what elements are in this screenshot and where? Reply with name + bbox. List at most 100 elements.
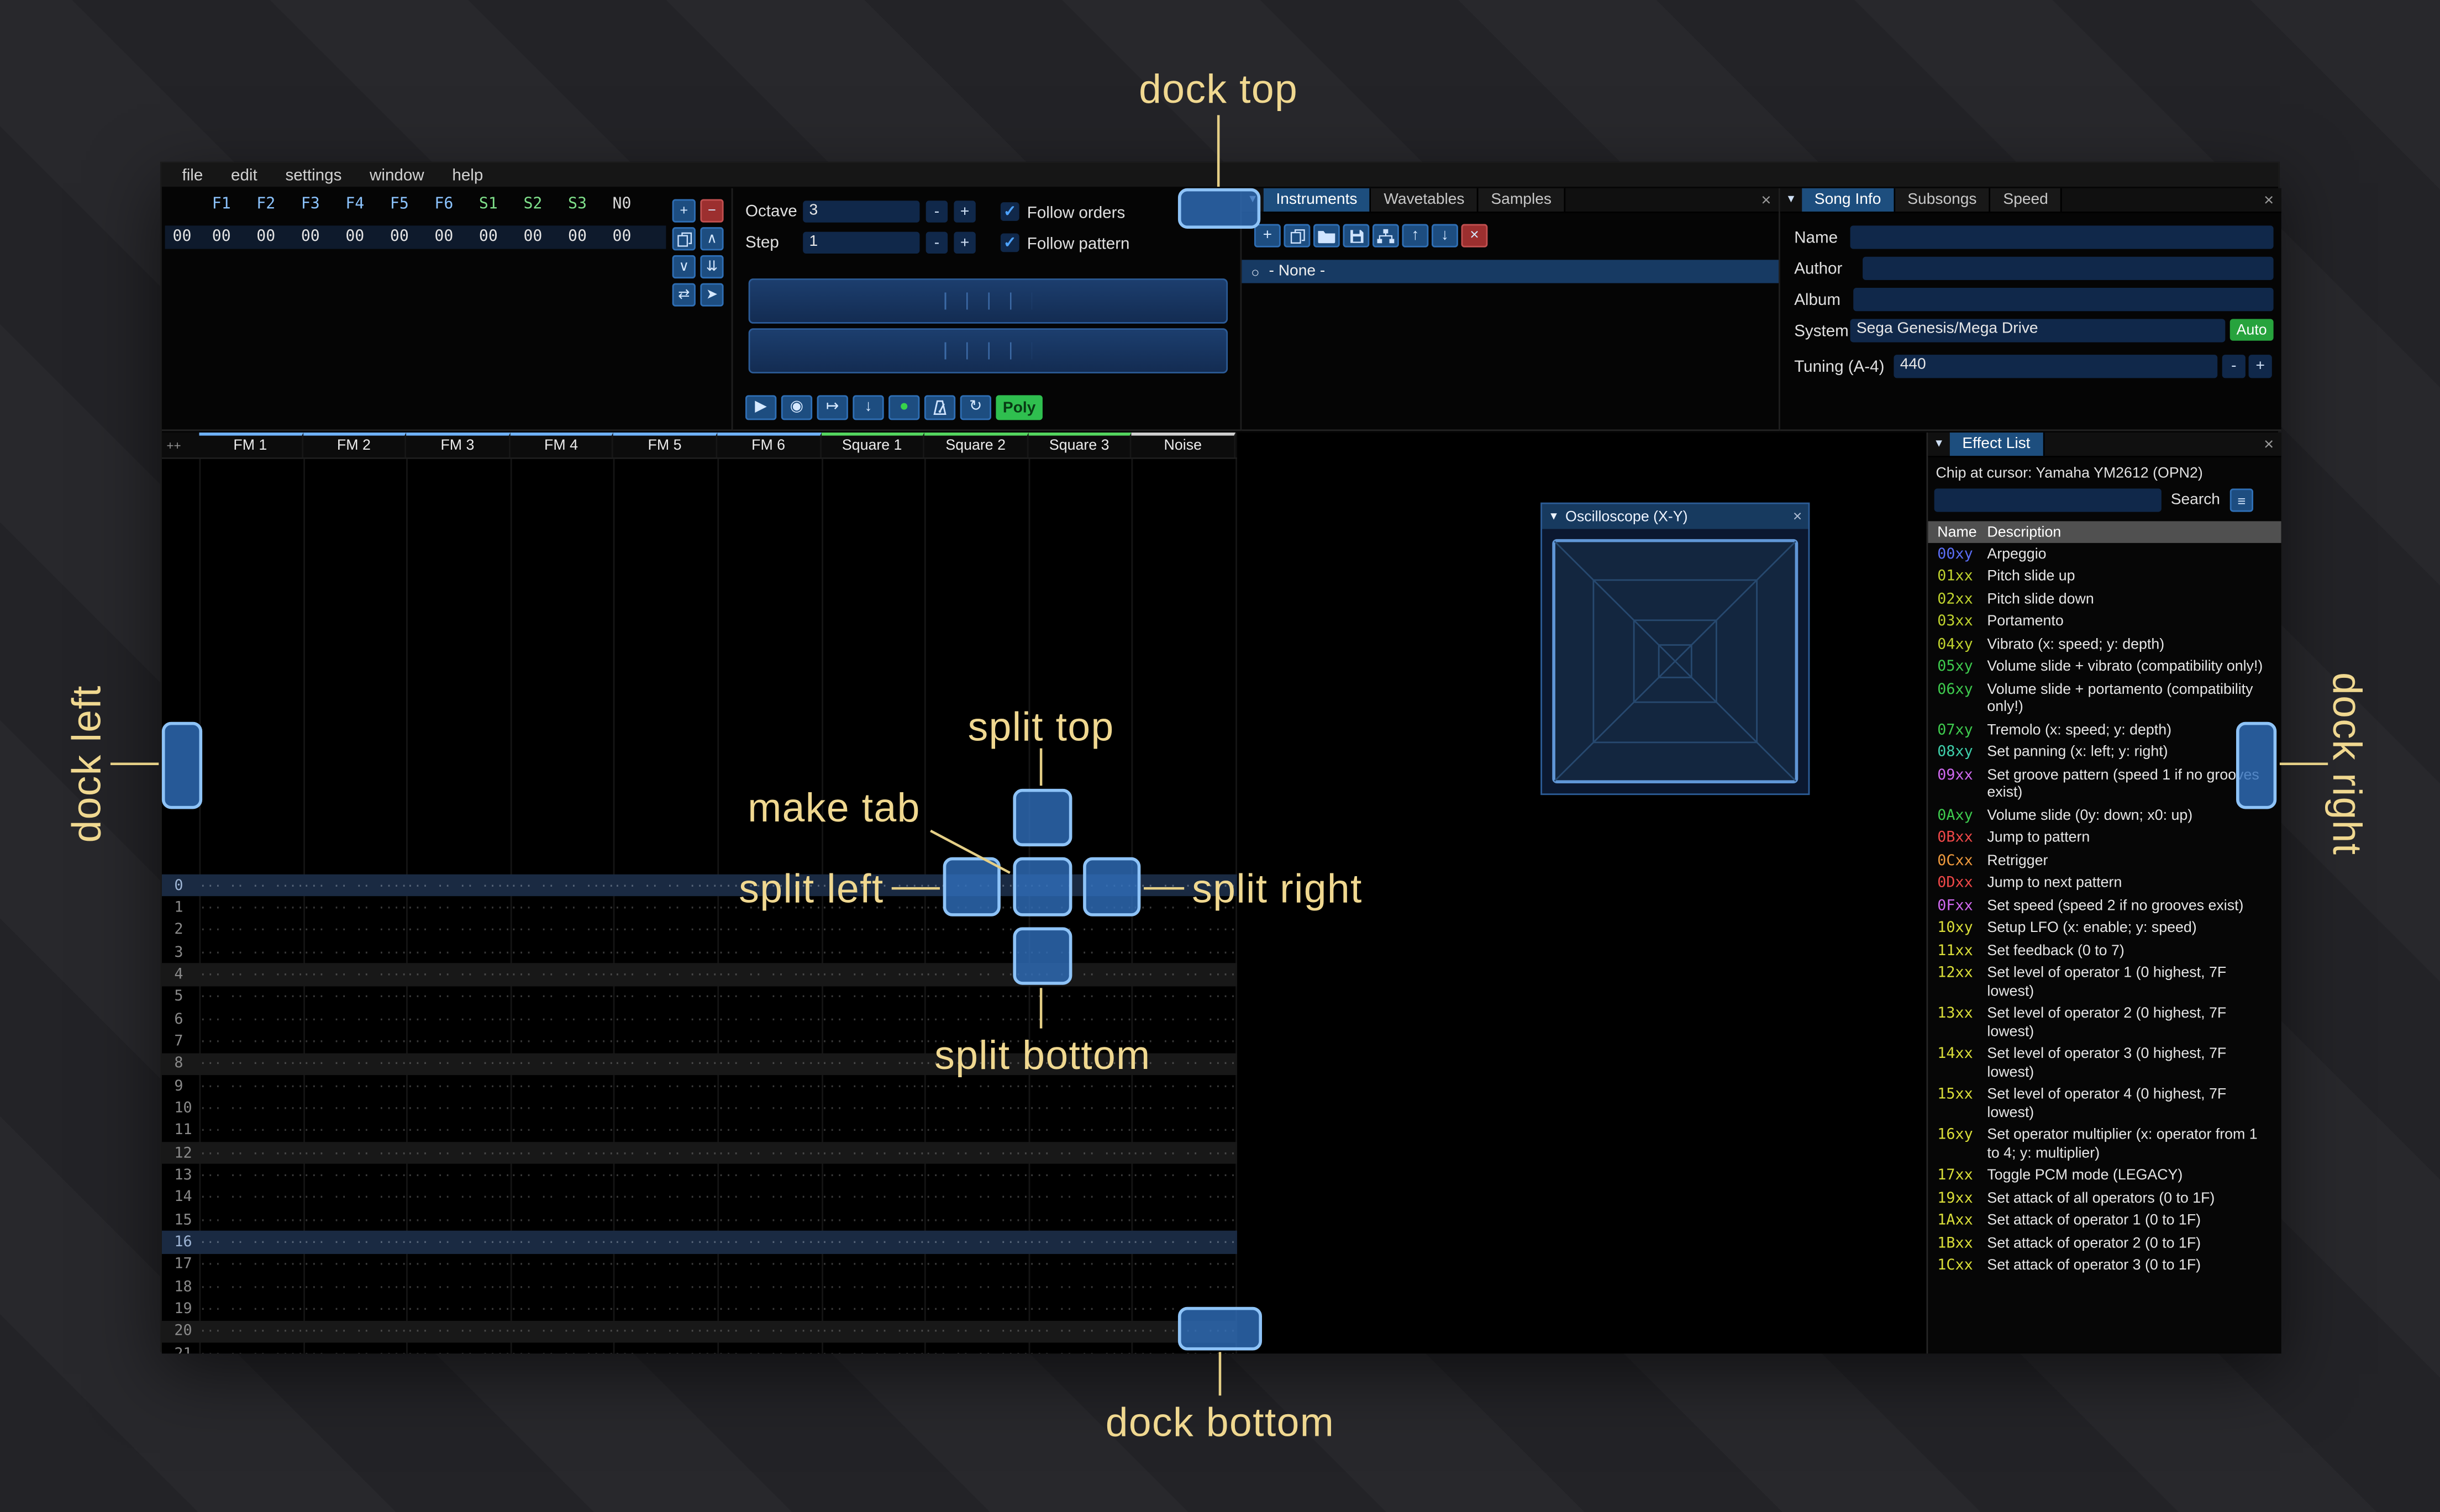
pattern-cell[interactable]: ··· ·· ·· ···· <box>717 1035 821 1049</box>
repeat-pattern-button[interactable]: ↻ <box>960 395 991 420</box>
pattern-cell[interactable]: ··· ·· ·· ···· <box>303 1324 407 1338</box>
pattern-cell[interactable]: ··· ·· ·· ···· <box>717 968 821 982</box>
pattern-cell[interactable]: ··· ·· ·· ···· <box>1028 1168 1132 1182</box>
pattern-cell[interactable]: ··· ·· ·· ···· <box>510 1079 614 1093</box>
step-increase-button[interactable]: + <box>954 231 976 254</box>
pattern-cell[interactable]: ··· ·· ·· ···· <box>1132 1146 1235 1160</box>
pattern-cell[interactable]: ··· ·· ·· ···· <box>199 1302 303 1316</box>
dock-right-target[interactable] <box>2236 721 2277 809</box>
pattern-cell[interactable]: ··· ·· ·· ···· <box>407 1146 511 1160</box>
pattern-cell[interactable]: ··· ·· ·· ···· <box>407 1347 511 1354</box>
order-remove-button[interactable]: − <box>700 199 724 223</box>
pattern-cell[interactable]: ··· ·· ·· ···· <box>924 1257 1028 1271</box>
channel-header-square-1[interactable]: Square 1 <box>821 432 925 457</box>
pattern-cell[interactable]: ··· ·· ·· ···· <box>407 1280 511 1294</box>
pattern-cell[interactable]: ··· ·· ·· ···· <box>717 1302 821 1316</box>
order-value[interactable]: 00 <box>288 229 333 246</box>
pattern-cell[interactable]: ··· ·· ·· ···· <box>199 945 303 959</box>
pattern-cell[interactable]: ··· ·· ·· ···· <box>510 1102 614 1115</box>
pattern-cell[interactable]: ··· ·· ·· ···· <box>407 1190 511 1204</box>
instrument-move-up-button[interactable]: ↑ <box>1402 224 1429 247</box>
order-move-up-button[interactable]: ∧ <box>700 227 724 251</box>
pattern-cell[interactable]: ··· ·· ·· ···· <box>717 1280 821 1294</box>
tuning-decrease-button[interactable]: - <box>2222 355 2246 378</box>
effect-row[interactable]: 01xx Pitch slide up <box>1928 566 2281 588</box>
effect-list-close-button[interactable]: × <box>2257 433 2281 456</box>
pattern-cell[interactable]: ··· ·· ·· ···· <box>717 1190 821 1204</box>
order-value[interactable]: 00 <box>199 229 244 246</box>
order-value[interactable]: 00 <box>377 229 422 246</box>
pattern-cell[interactable]: ··· ·· ·· ···· <box>1028 1257 1132 1271</box>
effect-row[interactable]: 1Axx Set attack of operator 1 (0 to 1F) <box>1928 1210 2281 1232</box>
step-decrease-button[interactable]: - <box>925 231 948 254</box>
order-deep-clone-button[interactable]: ⇊ <box>700 255 724 279</box>
pattern-cell[interactable]: ··· ·· ·· ···· <box>614 1146 718 1160</box>
pattern-cell[interactable]: ··· ·· ·· ···· <box>924 1213 1028 1227</box>
channel-header-fm-1[interactable]: FM 1 <box>199 432 303 457</box>
pattern-cell[interactable]: ··· ·· ·· ···· <box>510 1257 614 1271</box>
pattern-cell[interactable]: ··· ·· ·· ···· <box>1028 990 1132 1004</box>
tab-samples[interactable]: Samples <box>1478 188 1566 212</box>
pattern-cell[interactable]: ··· ·· ·· ···· <box>614 1213 718 1227</box>
pattern-cell[interactable]: ··· ·· ·· ···· <box>717 1124 821 1137</box>
dock-top-target[interactable] <box>1177 188 1261 229</box>
pattern-cell[interactable]: ··· ·· ·· ···· <box>407 1324 511 1338</box>
tab-instruments[interactable]: Instruments <box>1263 188 1371 212</box>
pattern-cell[interactable]: ··· ·· ·· ···· <box>510 990 614 1004</box>
pattern-cell[interactable]: ··· ·· ·· ···· <box>510 1213 614 1227</box>
pattern-cell[interactable]: ··· ·· ·· ···· <box>199 1324 303 1338</box>
panel-menu-button[interactable]: ▼ <box>1780 188 1802 212</box>
pattern-cell[interactable]: ··· ·· ·· ···· <box>303 1190 407 1204</box>
pattern-cell[interactable]: ··· ·· ·· ···· <box>199 923 303 937</box>
pattern-cell[interactable]: ··· ·· ·· ···· <box>199 1035 303 1049</box>
effect-row[interactable]: 1Cxx Set attack of operator 3 (0 to 1F) <box>1928 1255 2281 1277</box>
system-field[interactable]: Sega Genesis/Mega Drive <box>1850 319 2226 343</box>
channel-header-square-3[interactable]: Square 3 <box>1028 432 1132 457</box>
pattern-cell[interactable]: ··· ·· ·· ···· <box>510 1302 614 1316</box>
pattern-cell[interactable]: ··· ·· ·· ···· <box>510 923 614 937</box>
channel-header-fm-4[interactable]: FM 4 <box>510 432 614 457</box>
effect-row[interactable]: 04xy Vibrato (x: speed; y: depth) <box>1928 633 2281 656</box>
pattern-cell[interactable]: ··· ·· ·· ···· <box>303 1035 407 1049</box>
effect-row[interactable]: 07xy Tremolo (x: speed; y: depth) <box>1928 719 2281 741</box>
order-value[interactable]: 00 <box>466 229 511 246</box>
order-value[interactable]: 00 <box>422 229 466 246</box>
order-value[interactable]: 00 <box>333 229 377 246</box>
pattern-cell[interactable]: ··· ·· ·· ···· <box>1028 1213 1132 1227</box>
pattern-cell[interactable]: ··· ·· ·· ···· <box>407 1302 511 1316</box>
pattern-cell[interactable]: ··· ·· ·· ···· <box>717 945 821 959</box>
pattern-cell[interactable]: ··· ·· ·· ···· <box>1132 1257 1235 1271</box>
pattern-cell[interactable]: ··· ·· ·· ···· <box>510 1280 614 1294</box>
pattern-cell[interactable]: ··· ·· ·· ···· <box>303 1057 407 1071</box>
pattern-cell[interactable]: ··· ·· ·· ···· <box>199 1280 303 1294</box>
poly-button[interactable]: Poly <box>996 395 1043 420</box>
pattern-cell[interactable]: ··· ·· ·· ···· <box>1028 1235 1132 1249</box>
pattern-cell[interactable]: ··· ·· ·· ···· <box>303 1235 407 1249</box>
instrument-add-button[interactable]: + <box>1254 224 1281 247</box>
effect-row[interactable]: 15xx Set level of operator 4 (0 highest, … <box>1928 1084 2281 1124</box>
pattern-cell[interactable]: ··· ·· ·· ···· <box>614 1012 718 1026</box>
pattern-cell[interactable]: ··· ·· ·· ···· <box>614 1035 718 1049</box>
pattern-cell[interactable]: ··· ·· ·· ···· <box>303 1102 407 1115</box>
pattern-cell[interactable]: ··· ·· ·· ···· <box>1132 1102 1235 1115</box>
tab-subsongs[interactable]: Subsongs <box>1895 188 1991 212</box>
pattern-cell[interactable]: ··· ·· ·· ···· <box>614 1235 718 1249</box>
pattern-cell[interactable]: ··· ·· ·· ···· <box>199 990 303 1004</box>
pattern-cell[interactable]: ··· ·· ·· ···· <box>199 968 303 982</box>
step-row-button[interactable]: ↓ <box>853 395 884 420</box>
effect-row[interactable]: 0Cxx Retrigger <box>1928 850 2281 872</box>
pattern-cell[interactable]: ··· ·· ·· ···· <box>1132 1190 1235 1204</box>
pattern-cell[interactable]: ··· ·· ·· ···· <box>924 990 1028 1004</box>
pattern-cell[interactable]: ··· ·· ·· ···· <box>303 923 407 937</box>
instrument-delete-button[interactable]: × <box>1461 224 1488 247</box>
effect-row[interactable]: 16xy Set operator multiplier (x: operator… <box>1928 1124 2281 1165</box>
order-value[interactable]: 00 <box>244 229 288 246</box>
pattern-cell[interactable]: ··· ·· ·· ···· <box>1028 1190 1132 1204</box>
pattern-cell[interactable]: ··· ·· ·· ···· <box>924 1347 1028 1354</box>
effect-row[interactable]: 11xx Set feedback (0 to 7) <box>1928 940 2281 962</box>
pattern-cell[interactable]: ··· ·· ·· ···· <box>303 878 407 892</box>
effect-row[interactable]: 19xx Set attack of all operators (0 to 1F… <box>1928 1187 2281 1210</box>
pattern-cell[interactable]: ··· ·· ·· ···· <box>510 1235 614 1249</box>
pattern-cell[interactable]: ··· ·· ·· ···· <box>1132 1213 1235 1227</box>
pattern-cell[interactable]: ··· ·· ·· ···· <box>821 1257 925 1271</box>
